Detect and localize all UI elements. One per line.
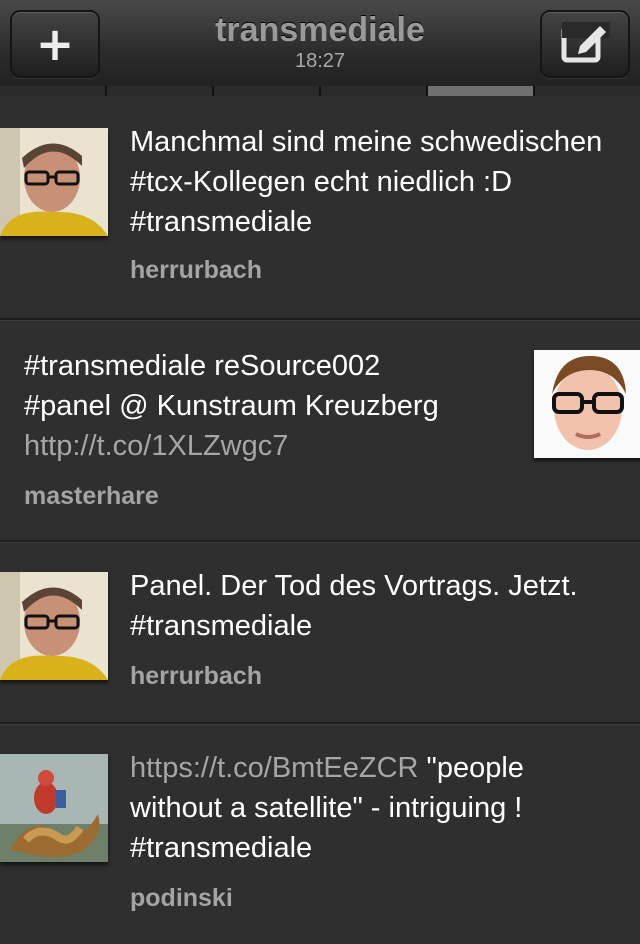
tweet-author[interactable]: herrurbach: [130, 662, 262, 691]
page-segment[interactable]: [107, 86, 214, 96]
avatar-image: [0, 754, 108, 862]
page-segment[interactable]: [214, 86, 321, 96]
tweet-item[interactable]: Panel. Der Tod des Vortrags. Jetzt. #tra…: [0, 542, 640, 724]
avatar[interactable]: [534, 350, 640, 458]
tweet-item[interactable]: #transmediale reSource002 #panel @ Kunst…: [0, 320, 640, 542]
tweet-link[interactable]: https://t.co/BmtEeZCR: [130, 752, 418, 784]
plus-icon: +: [35, 17, 75, 71]
page-segment[interactable]: [321, 86, 428, 96]
tweet-item[interactable]: Manchmal sind meine schwedischen #tcx-Ko…: [0, 96, 640, 320]
avatar-image: [0, 572, 108, 680]
avatar[interactable]: [0, 572, 108, 680]
avatar-image: [0, 128, 108, 236]
tweet-author[interactable]: podinski: [130, 884, 233, 913]
navigation-bar: + transmediale 18:27: [0, 0, 640, 87]
tweet-text-line: #transmediale reSource002: [24, 350, 381, 382]
tweet-text-line: #panel @ Kunstraum Kreuzberg: [24, 390, 439, 422]
page-segment[interactable]: [535, 86, 640, 96]
tweet-text: Panel. Der Tod des Vortrags. Jetzt. #tra…: [130, 570, 578, 642]
add-button[interactable]: +: [10, 10, 100, 78]
title-block: transmediale 18:27: [160, 10, 480, 72]
avatar[interactable]: [0, 754, 108, 862]
tweet-text: #transmediale reSource002 #panel @ Kunst…: [24, 346, 524, 466]
page-segment[interactable]: [0, 86, 107, 96]
avatar[interactable]: [0, 128, 108, 236]
page-title: transmediale: [215, 11, 425, 49]
page-segment-active[interactable]: [428, 86, 535, 96]
tweet-link[interactable]: http://t.co/1XLZwgc7: [24, 426, 524, 466]
clock-time: 18:27: [294, 50, 346, 72]
compose-icon: [561, 22, 610, 63]
tweet-text: https://t.co/BmtEeZCR "people without a …: [130, 748, 600, 868]
tweet-text: Manchmal sind meine schwedischen #tcx-Ko…: [130, 126, 603, 238]
avatar-image: [534, 350, 640, 458]
tweet-author[interactable]: masterhare: [24, 482, 159, 511]
compose-button[interactable]: [540, 10, 630, 78]
tweet-item[interactable]: https://t.co/BmtEeZCR "people without a …: [0, 724, 640, 944]
tweet-author[interactable]: herrurbach: [130, 256, 262, 285]
tweet-timeline: Manchmal sind meine schwedischen #tcx-Ko…: [0, 96, 640, 944]
page-indicator: [0, 86, 640, 96]
